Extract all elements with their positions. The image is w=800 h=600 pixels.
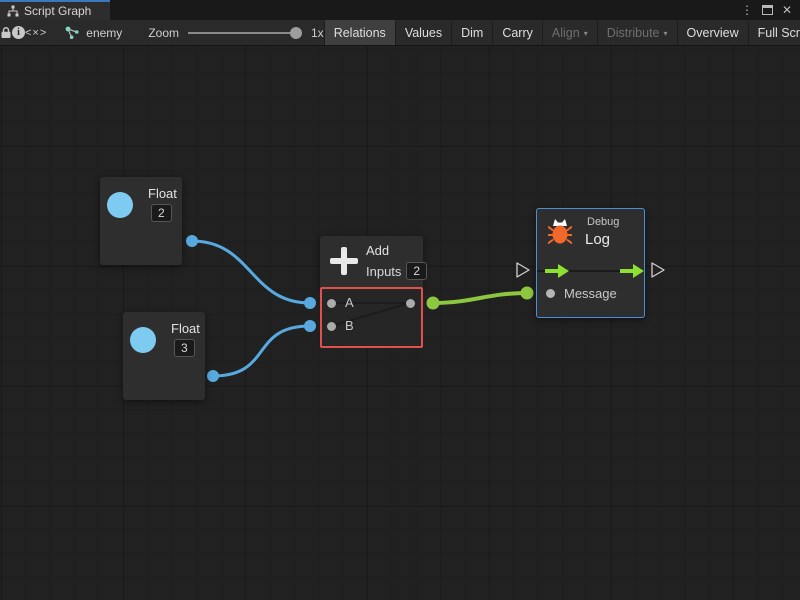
inputs-count-field[interactable]: 2 (406, 262, 427, 280)
zoom-control: Zoom 1x (148, 20, 323, 45)
overview-label: Overview (687, 26, 739, 40)
maximize-icon[interactable] (762, 5, 773, 15)
graph-icon (65, 26, 80, 40)
wire-endpoint[interactable] (186, 235, 198, 247)
chevron-down-icon: ▾ (664, 27, 668, 38)
distribute-dropdown[interactable]: Distribute ▾ (597, 20, 677, 45)
chevron-down-icon: ▾ (584, 27, 588, 38)
tab-script-graph[interactable]: Script Graph (0, 0, 110, 20)
add-node-header[interactable]: Add Inputs 2 (320, 236, 423, 287)
node-debug-log[interactable]: Debug Log Message (536, 208, 645, 318)
float-type-icon (107, 192, 133, 218)
relation-lines (322, 289, 421, 346)
bug-icon (548, 217, 572, 245)
node-title: Add (366, 243, 389, 258)
add-input-b-port[interactable] (327, 322, 336, 331)
graph-name: enemy (86, 26, 122, 40)
port-a-label: A (345, 295, 354, 310)
node-add[interactable]: Add Inputs 2 A B (320, 236, 423, 348)
control-exit-arrow-icon[interactable] (620, 264, 644, 278)
node-title: Log (585, 231, 610, 248)
inspect-values-button[interactable]: <×> (25, 20, 47, 45)
add-input-a-port[interactable] (327, 299, 336, 308)
values-button[interactable]: Values (395, 20, 451, 45)
carry-button[interactable]: Carry (492, 20, 542, 45)
node-float-1[interactable]: Float 2 (100, 177, 182, 265)
hierarchy-icon (7, 5, 19, 17)
tab-title: Script Graph (24, 4, 91, 18)
values-label: Values (405, 26, 442, 40)
add-node-ports: A B (320, 287, 423, 348)
info-button[interactable]: i (12, 20, 25, 45)
graph-breadcrumb[interactable]: enemy (65, 20, 122, 45)
wire-endpoint[interactable] (304, 320, 316, 332)
float-type-icon (130, 327, 156, 353)
node-category: Debug (587, 216, 619, 228)
script-graph-window: Script Graph ⋮ ✕ i <×> (0, 0, 800, 600)
close-icon[interactable]: ✕ (782, 4, 792, 16)
control-input-triangle[interactable] (517, 263, 529, 277)
zoom-slider-track[interactable] (188, 32, 302, 34)
zoom-slider-handle[interactable] (290, 27, 302, 39)
node-title: Float (148, 186, 177, 201)
graph-toolbar: i <×> enemy Zoom 1x Relations Va (0, 20, 800, 46)
control-enter-arrow-icon[interactable] (545, 264, 569, 278)
full-screen-label: Full Screen (758, 26, 800, 40)
float-value-field[interactable]: 2 (151, 204, 172, 222)
zoom-label: Zoom (148, 26, 179, 40)
align-label: Align (552, 26, 580, 40)
titlebar: Script Graph ⋮ ✕ (0, 0, 800, 20)
lock-button[interactable] (0, 20, 12, 45)
wire-endpoint[interactable] (521, 287, 534, 300)
overview-button[interactable]: Overview (677, 20, 748, 45)
toolbar-buttons: Relations Values Dim Carry Align ▾ Distri… (324, 20, 800, 45)
wire-endpoint[interactable] (427, 297, 440, 310)
dim-button[interactable]: Dim (451, 20, 492, 45)
zoom-slider[interactable] (188, 27, 302, 39)
port-b-label: B (345, 318, 354, 333)
wire-endpoint[interactable] (304, 297, 316, 309)
dim-label: Dim (461, 26, 483, 40)
align-dropdown[interactable]: Align ▾ (542, 20, 597, 45)
message-port-label: Message (564, 286, 617, 301)
debug-message-port[interactable] (546, 289, 555, 298)
node-title: Float (171, 321, 200, 336)
carry-label: Carry (502, 26, 533, 40)
info-icon: i (12, 26, 25, 39)
float-value-field[interactable]: 3 (174, 339, 195, 357)
wire-float1-to-add-a[interactable] (192, 241, 310, 303)
lock-icon (0, 26, 12, 39)
add-output-port[interactable] (406, 299, 415, 308)
wire-add-to-debug-message[interactable] (433, 293, 527, 303)
node-float-2[interactable]: Float 3 (123, 312, 205, 400)
zoom-value: 1x (311, 26, 324, 40)
relations-label: Relations (334, 26, 386, 40)
graph-canvas[interactable]: Float 2 Float 3 Add Inputs 2 (0, 46, 800, 600)
plus-icon (330, 247, 358, 275)
inputs-label: Inputs (366, 264, 401, 279)
relations-button[interactable]: Relations (324, 20, 395, 45)
wire-float2-to-add-b[interactable] (213, 326, 310, 376)
control-output-triangle[interactable] (652, 263, 664, 277)
window-menu-icon[interactable]: ⋮ (741, 4, 753, 16)
wire-endpoint[interactable] (207, 370, 219, 382)
inputs-row: Inputs 2 (366, 262, 427, 280)
code-icon: <×> (25, 27, 47, 39)
distribute-label: Distribute (607, 26, 660, 40)
full-screen-button[interactable]: Full Screen (748, 20, 800, 45)
window-controls: ⋮ ✕ (741, 0, 800, 20)
